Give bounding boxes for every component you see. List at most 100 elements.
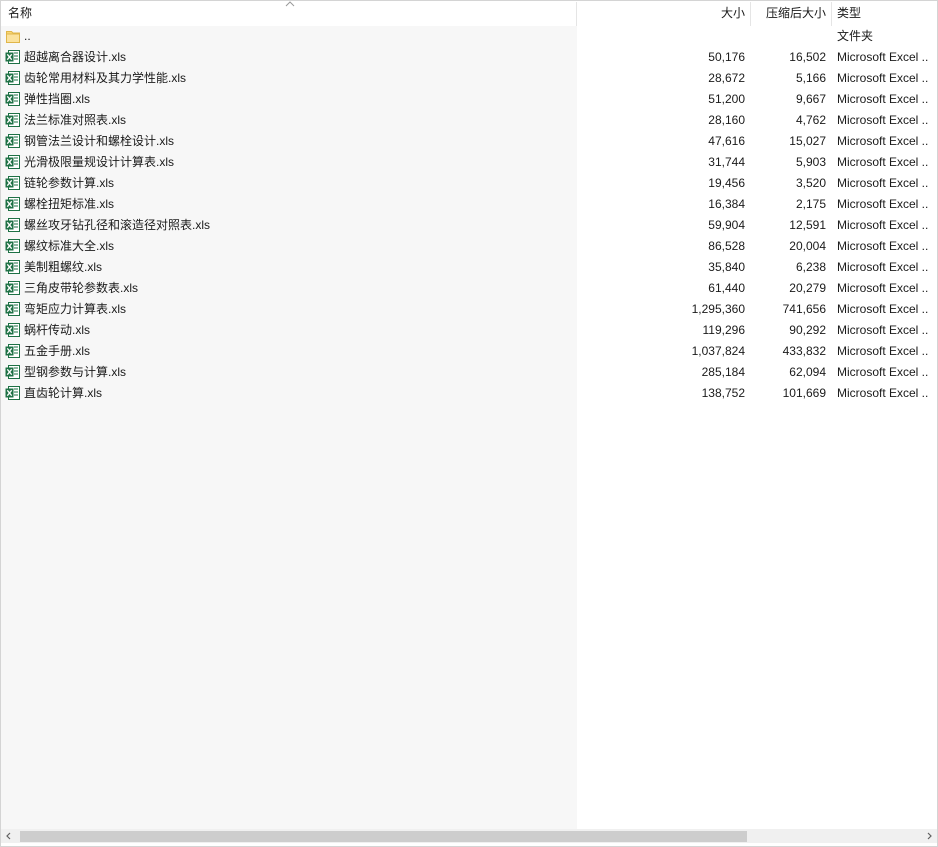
file-name: 直齿轮计算.xls: [24, 386, 103, 400]
file-packed-size: 15,027: [789, 134, 826, 148]
file-name: 三角皮带轮参数表.xls: [24, 281, 139, 295]
file-row[interactable]: 蜗杆传动.xls 119,296 90,292 Microsoft Excel ..: [0, 320, 938, 341]
file-name: 链轮参数计算.xls: [24, 176, 115, 190]
file-size: 28,672: [708, 71, 745, 85]
file-size: 138,752: [701, 386, 745, 400]
file-row[interactable]: 钢管法兰设计和螺栓设计.xls 47,616 15,027 Microsoft Exc…: [0, 131, 938, 152]
excel-file-icon: [5, 113, 20, 127]
file-row[interactable]: 螺栓扭矩标准.xls 16,384 2,175 Microsoft Excel ..: [0, 194, 938, 215]
file-size: 119,296: [702, 323, 746, 337]
parent-folder-row[interactable]: .. 文件夹: [0, 26, 938, 47]
file-type: Microsoft Excel ..: [837, 344, 929, 358]
file-name: 美制粗螺纹.xls: [24, 260, 103, 274]
file-row[interactable]: 链轮参数计算.xls 19,456 3,520 Microsoft Excel ..: [0, 173, 938, 194]
file-type: Microsoft Excel ..: [837, 323, 929, 337]
file-packed-size: 62,094: [789, 365, 826, 379]
file-type: Microsoft Excel ..: [837, 134, 929, 148]
file-type: Microsoft Excel ..: [837, 260, 929, 274]
file-name: 弹性挡圈.xls: [24, 92, 91, 106]
excel-file-icon: [5, 176, 20, 190]
folder-icon: [6, 31, 20, 43]
file-name: 光滑极限量规设计计算表.xls: [24, 155, 175, 169]
column-header-size[interactable]: 大小: [578, 0, 745, 26]
file-type: Microsoft Excel ..: [837, 239, 929, 253]
file-name: 超越离合器设计.xls: [24, 50, 127, 64]
file-size: 28,160: [708, 113, 745, 127]
excel-file-icon: [5, 155, 20, 169]
file-row[interactable]: 齿轮常用材料及其力学性能.xls 28,672 5,166 Microsoft Exc…: [0, 68, 938, 89]
file-size: 31,744: [708, 155, 745, 169]
file-row[interactable]: 法兰标准对照表.xls 28,160 4,762 Microsoft Excel ..: [0, 110, 938, 131]
scrollbar-thumb[interactable]: [20, 831, 747, 842]
file-row[interactable]: 三角皮带轮参数表.xls 61,440 20,279 Microsoft Excel …: [0, 278, 938, 299]
file-row[interactable]: 直齿轮计算.xls 138,752 101,669 Microsoft Excel .…: [0, 383, 938, 404]
file-size: 35,840: [708, 260, 745, 274]
file-packed-size: 20,279: [789, 281, 826, 295]
file-size: 1,037,824: [691, 344, 745, 358]
file-type: Microsoft Excel ..: [837, 71, 929, 85]
column-header-type[interactable]: 类型: [837, 0, 861, 26]
file-row[interactable]: 美制粗螺纹.xls 35,840 6,238 Microsoft Excel ..: [0, 257, 938, 278]
sort-ascending-icon: [285, 1, 295, 7]
excel-file-icon: [5, 197, 20, 211]
file-name: 螺丝攻牙钻孔径和滚造径对照表.xls: [24, 218, 211, 232]
file-size: 50,176: [708, 50, 745, 64]
excel-file-icon: [5, 134, 20, 148]
file-size: 51,200: [708, 92, 745, 106]
file-type: Microsoft Excel ..: [837, 365, 929, 379]
file-name: 型钢参数与计算.xls: [24, 365, 127, 379]
file-packed-size: 12,591: [789, 218, 826, 232]
file-packed-size: 16,502: [789, 50, 826, 64]
file-packed-size: 20,004: [789, 239, 826, 253]
excel-file-icon: [5, 386, 20, 400]
excel-file-icon: [5, 260, 20, 274]
file-row[interactable]: 螺纹标准大全.xls 86,528 20,004 Microsoft Excel ..: [0, 236, 938, 257]
file-row[interactable]: 五金手册.xls 1,037,824 433,832 Microsoft Excel …: [0, 341, 938, 362]
file-type: Microsoft Excel ..: [837, 197, 929, 211]
file-name: 齿轮常用材料及其力学性能.xls: [24, 71, 187, 85]
file-packed-size: 741,656: [782, 302, 826, 316]
file-row[interactable]: 型钢参数与计算.xls 285,184 62,094 Microsoft Excel …: [0, 362, 938, 383]
column-header-name[interactable]: 名称: [8, 0, 32, 26]
excel-file-icon: [5, 302, 20, 316]
column-separator[interactable]: [576, 2, 577, 26]
scroll-left-icon[interactable]: [2, 829, 16, 843]
file-type: Microsoft Excel ..: [837, 218, 929, 232]
excel-file-icon: [5, 92, 20, 106]
file-name: 钢管法兰设计和螺栓设计.xls: [24, 134, 175, 148]
excel-file-icon: [5, 50, 20, 64]
file-packed-size: 9,667: [795, 92, 826, 106]
file-row[interactable]: 弹性挡圈.xls 51,200 9,667 Microsoft Excel ..: [0, 89, 938, 110]
file-name: 螺栓扭矩标准.xls: [24, 197, 115, 211]
column-separator[interactable]: [831, 2, 832, 26]
file-row[interactable]: 螺丝攻牙钻孔径和滚造径对照表.xls 59,904 12,591 Microsoft …: [0, 215, 938, 236]
file-packed-size: 3,520: [795, 176, 826, 190]
horizontal-scrollbar[interactable]: [0, 829, 938, 843]
scroll-right-icon[interactable]: [922, 829, 936, 843]
file-size: 86,528: [708, 239, 745, 253]
file-row[interactable]: 超越离合器设计.xls 50,176 16,502 Microsoft Excel .…: [0, 47, 938, 68]
file-size: 61,440: [708, 281, 745, 295]
file-type: Microsoft Excel ..: [837, 155, 929, 169]
excel-file-icon: [5, 239, 20, 253]
excel-file-icon: [5, 365, 20, 379]
file-name: ..: [24, 29, 31, 43]
column-header-packed-size[interactable]: 压缩后大小: [750, 0, 826, 26]
file-row[interactable]: 光滑极限量规设计计算表.xls 31,744 5,903 Microsoft Exce…: [0, 152, 938, 173]
excel-file-icon: [5, 218, 20, 232]
file-packed-size: 101,669: [782, 386, 826, 400]
file-size: 1,295,360: [691, 302, 745, 316]
file-packed-size: 5,903: [795, 155, 826, 169]
file-packed-size: 5,166: [795, 71, 826, 85]
file-name: 弯矩应力计算表.xls: [24, 302, 127, 316]
file-name: 五金手册.xls: [24, 344, 91, 358]
file-packed-size: 6,238: [795, 260, 826, 274]
file-name: 蜗杆传动.xls: [24, 323, 91, 337]
file-size: 285,184: [701, 365, 745, 379]
file-row[interactable]: 弯矩应力计算表.xls 1,295,360 741,656 Microsoft Exc…: [0, 299, 938, 320]
excel-file-icon: [5, 323, 20, 337]
file-size: 19,456: [708, 176, 745, 190]
file-type: Microsoft Excel ..: [837, 176, 929, 190]
file-type: Microsoft Excel ..: [837, 302, 929, 316]
file-size: 59,904: [708, 218, 745, 232]
